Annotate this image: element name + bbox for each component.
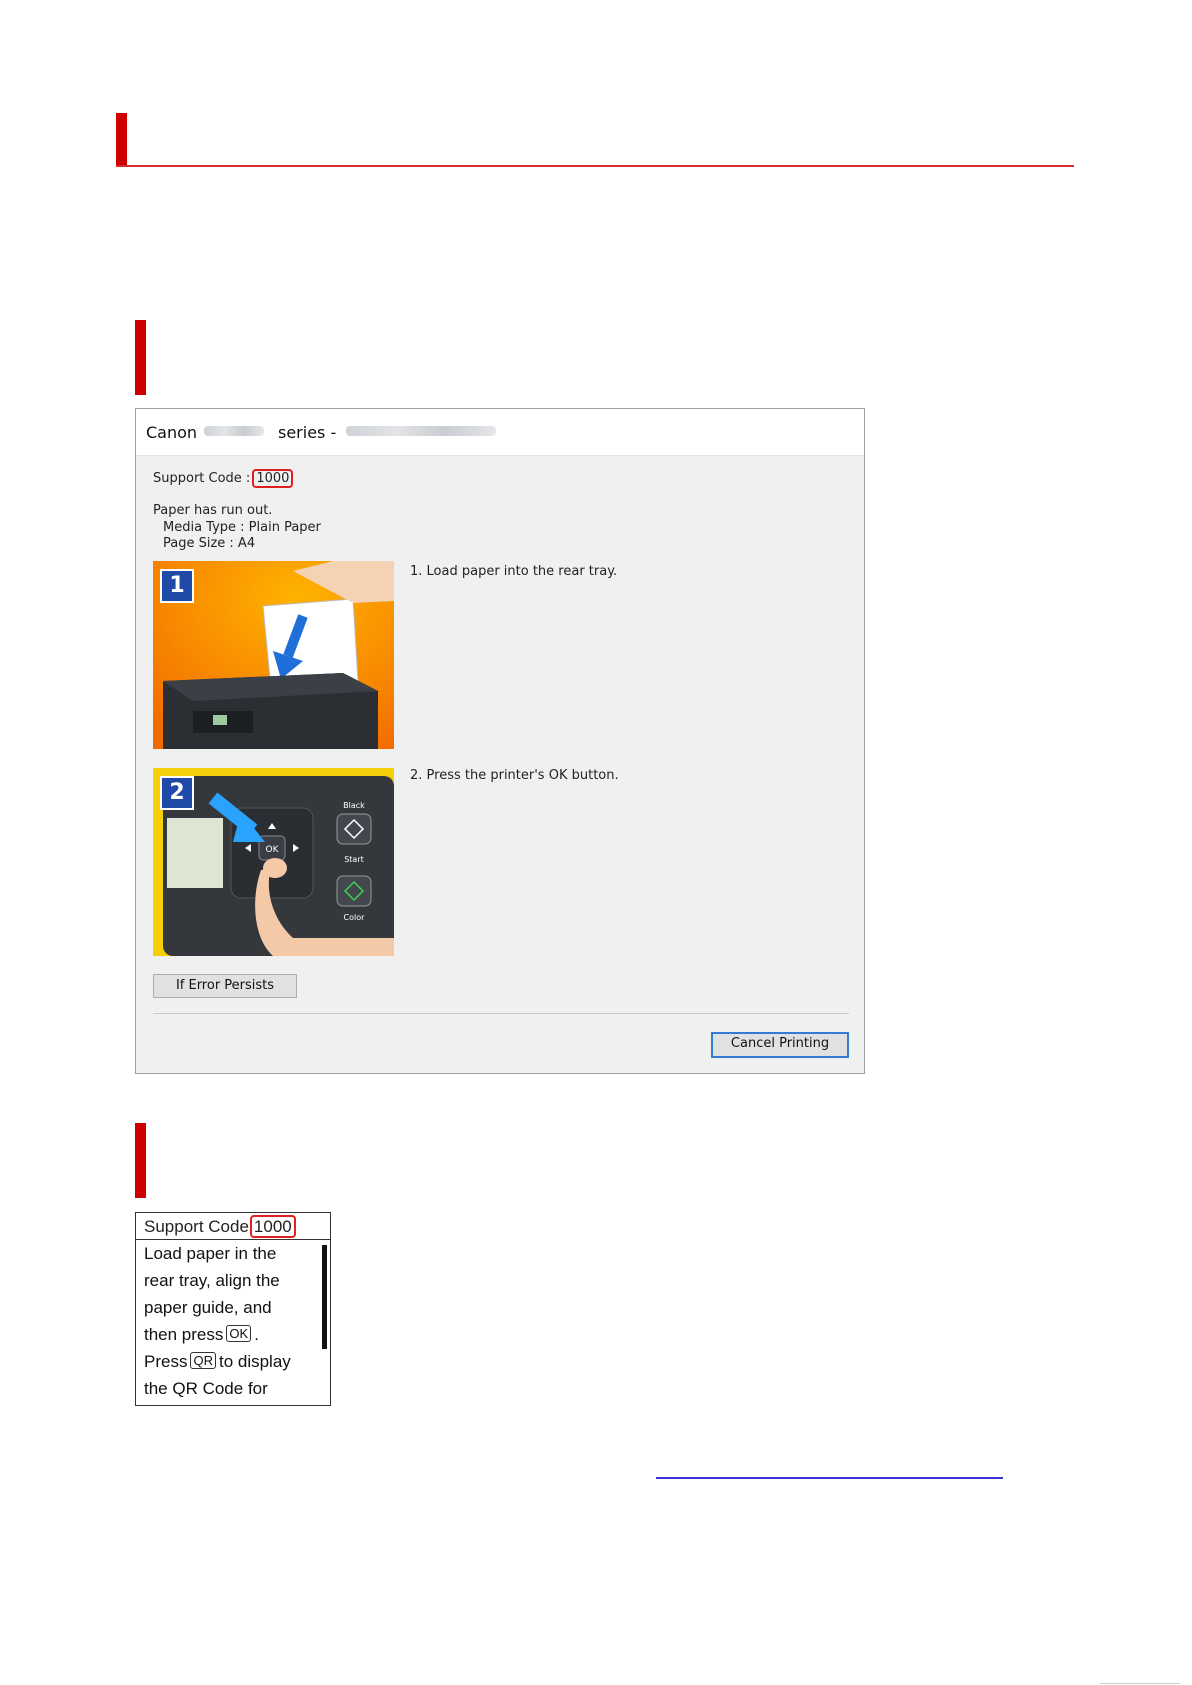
step-1-illustration: 1 [153, 561, 394, 749]
step-2-number: 2 [160, 776, 194, 810]
support-code-line: Support Code :1000 [153, 469, 294, 488]
support-code-value: 1000 [252, 469, 294, 488]
error-dialog-window: Canon series - Support Code :1000 Paper … [135, 408, 865, 1074]
step-1-number: 1 [160, 569, 194, 603]
step-2-illustration: OK Black Start Color 2 [153, 768, 394, 956]
dialog-title-series: series - [278, 423, 337, 442]
step-2-text: 2. Press the printer's OK button. [410, 768, 619, 783]
support-code-label: Support Code : [153, 471, 251, 486]
lcd-line-3: paper guide, and [144, 1298, 272, 1317]
lcd-then-press: then press [144, 1325, 224, 1344]
section-accent-bar-printer [135, 1123, 146, 1198]
heading-underline [116, 165, 1074, 167]
black-button-label: Black [343, 801, 365, 810]
lcd-press: Press [144, 1352, 188, 1371]
footer-mark [1100, 1683, 1180, 1684]
media-type: Media Type : Plain Paper [163, 520, 321, 535]
printer-lcd-screen: Support Code 1000 Load paper in the rear … [135, 1212, 331, 1406]
lcd-line-2: rear tray, align the [144, 1271, 280, 1290]
lcd-to-display: to display [218, 1352, 291, 1371]
redacted-printer-host [346, 426, 496, 436]
lcd-period: . [254, 1325, 259, 1344]
if-error-persists-button[interactable]: If Error Persists [153, 974, 297, 998]
lcd-support-code-header: Support Code 1000 [136, 1213, 330, 1240]
ok-key-icon: OK [226, 1325, 252, 1342]
dialog-separator [153, 1013, 849, 1014]
color-button-label: Color [344, 913, 366, 922]
cancel-printing-button[interactable]: Cancel Printing [711, 1032, 849, 1058]
lcd-support-code-label: Support Code [144, 1217, 249, 1236]
section-accent-bar-computer [135, 320, 146, 395]
start-label: Start [344, 855, 364, 864]
heading-accent-bar [116, 113, 127, 165]
lcd-support-code-value: 1000 [249, 1215, 296, 1238]
dialog-title-bar: Canon series - [136, 409, 864, 456]
lcd-line-4: then press OK. [144, 1325, 259, 1345]
lcd-line-1: Load paper in the [144, 1244, 277, 1263]
dialog-title-brand: Canon [146, 423, 198, 442]
step-1-text: 1. Load paper into the rear tray. [410, 564, 618, 579]
error-message: Paper has run out. [153, 503, 273, 518]
lcd-line-6: the QR Code for [144, 1379, 268, 1398]
qr-key-icon: QR [190, 1352, 216, 1369]
ok-key-label: OK [266, 845, 280, 855]
hyperlink-underline[interactable] [656, 1477, 1003, 1479]
lcd-line-5: Press QR to display [144, 1352, 291, 1372]
redacted-model-name [204, 426, 264, 436]
page-size: Page Size : A4 [163, 536, 256, 551]
lcd-scrollbar [322, 1245, 327, 1349]
